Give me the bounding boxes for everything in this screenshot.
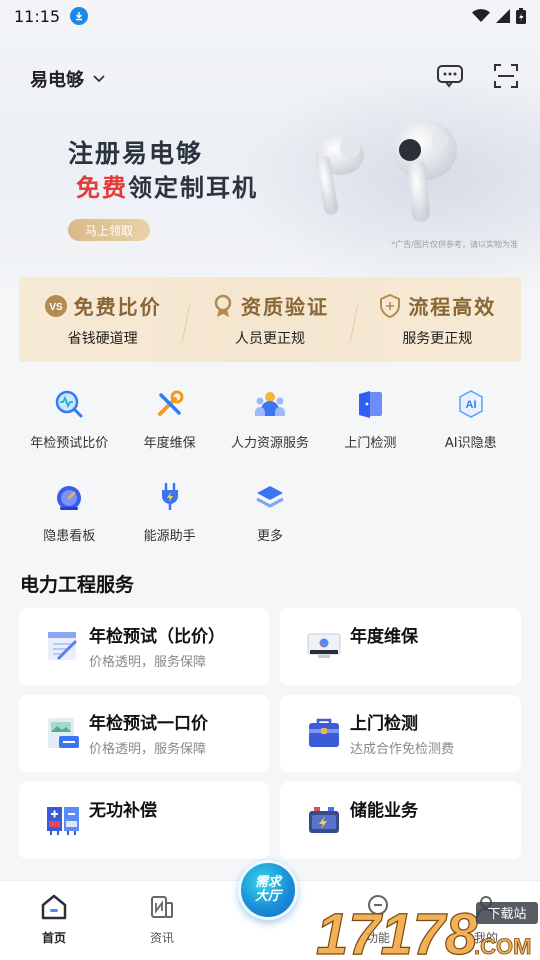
watermark-tag: 下载站: [487, 907, 526, 922]
service-card-inspection-fixed-price[interactable]: 年检预试一口价 价格透明，服务保障: [19, 695, 269, 772]
award-icon: [214, 294, 232, 317]
quick-action-ai-hazard[interactable]: AI AI识隐患: [421, 388, 521, 451]
demand-hall-button[interactable]: 需求 大厅: [238, 860, 298, 920]
quick-action-label: 上门检测: [344, 436, 397, 451]
svg-text:AI: AI: [465, 399, 476, 411]
service-card-energy-storage[interactable]: 储能业务: [280, 782, 521, 859]
ad-disclaimer: *广告/图片仅供参考，请以实物为准: [391, 240, 518, 249]
quick-action-label: 更多: [256, 529, 283, 544]
wifi-icon: [472, 9, 490, 22]
service-card-annual-maintenance[interactable]: 年度维保: [280, 608, 521, 685]
header-actions: [436, 62, 520, 90]
gauge-icon: [53, 481, 85, 513]
service-card-onsite-test[interactable]: 上门检测 达成合作免检测费: [280, 695, 521, 772]
feature-title: 资质验证: [240, 295, 329, 319]
calendar-icon: [48, 632, 77, 660]
home-icon: [41, 894, 67, 920]
quick-action-onsite-test[interactable]: 上门检测: [320, 388, 420, 451]
battery-status-icon: [516, 8, 526, 24]
feature-item: 资质验证 人员更正规: [186, 277, 359, 362]
quick-action-energy-assistant[interactable]: 能源助手: [119, 481, 219, 544]
shield-icon: [380, 293, 401, 318]
service-title: 年检预试一口价: [89, 714, 208, 734]
nav-label: 首页: [41, 931, 66, 945]
magnifier-pulse-icon: [53, 388, 85, 420]
plug-icon: [154, 481, 186, 513]
nav-news[interactable]: 资讯: [108, 881, 216, 960]
service-title: 年度维保: [350, 627, 418, 647]
status-bar: 11:15: [0, 0, 540, 32]
quick-action-label: AI识隐患: [444, 436, 497, 451]
section-title: 电力工程服务: [20, 574, 135, 596]
nav-label: 资讯: [149, 931, 174, 945]
feature-subtitle: 省钱硬道理: [67, 331, 138, 347]
center-button-line1: 需求: [254, 875, 281, 890]
feature-item: VS 免费比价 省钱硬道理: [19, 277, 191, 362]
status-time: 11:15: [14, 6, 61, 26]
quick-action-label: 能源助手: [143, 529, 196, 544]
quick-action-hr-service[interactable]: 人力资源服务: [220, 388, 320, 451]
earbuds-image: [316, 120, 457, 222]
quick-action-hazard-board[interactable]: 隐患看板: [19, 481, 119, 544]
download-icon: [70, 7, 89, 25]
service-title: 无功补偿: [89, 801, 157, 821]
banner-title: 注册易电够: [68, 139, 204, 168]
service-card-inspection-compare[interactable]: 年检预试（比价） 价格透明，服务保障: [19, 608, 269, 685]
claim-button[interactable]: 马上领取: [68, 219, 150, 241]
watermark-suffix: .COM: [474, 934, 531, 959]
quick-action-annual-maintenance[interactable]: 年度维保: [119, 388, 219, 451]
service-card-reactive-compensation[interactable]: 无功补偿: [19, 782, 269, 859]
feature-subtitle: 服务更正规: [402, 331, 473, 347]
quick-action-inspection-compare[interactable]: 年检预试比价: [19, 388, 119, 451]
quick-action-label: 隐患看板: [43, 529, 96, 544]
feature-strip: VS 免费比价 省钱硬道理 资质验证 人员更正规 流程高效 服务更正规: [19, 277, 521, 362]
quick-actions-grid: 年检预试比价 年度维保 人力资源服务 上门检测 AI AI识隐患 隐患看板 能源…: [19, 388, 521, 544]
news-icon: [151, 896, 173, 918]
toolbox-icon: [309, 718, 339, 747]
scan-icon[interactable]: [492, 62, 520, 90]
layers-icon: [254, 481, 286, 513]
nav-home[interactable]: 首页: [0, 881, 108, 960]
monitor-icon: [307, 633, 341, 658]
feature-title: 免费比价: [73, 295, 162, 319]
app-name: 易电够: [30, 70, 84, 91]
service-title: 年检预试（比价）: [89, 627, 225, 647]
signal-icon: [496, 9, 510, 23]
service-subtitle: 价格透明，服务保障: [89, 742, 207, 757]
feature-item: 流程高效 服务更正规: [354, 277, 521, 362]
service-title: 储能业务: [350, 801, 418, 821]
svg-text:VS: VS: [49, 302, 63, 313]
ai-icon: AI: [455, 388, 487, 420]
feature-subtitle: 人员更正规: [234, 331, 305, 347]
banner-subtitle-rest: 领定制耳机: [128, 174, 258, 202]
service-cards: 年检预试（比价） 价格透明，服务保障 年度维保 年检预试一口价 价格透明，服务保…: [19, 608, 521, 859]
banner-subtitle: 免费领定制耳机: [76, 168, 258, 203]
quick-action-label: 人力资源服务: [230, 436, 309, 451]
feature-title: 流程高效: [408, 295, 497, 319]
watermark-number: 17178: [316, 902, 478, 960]
location-selector[interactable]: 易电够: [30, 66, 106, 92]
status-icons: [472, 8, 526, 24]
center-button-line2: 大厅: [254, 889, 281, 904]
quick-action-label: 年检预试比价: [30, 436, 109, 451]
people-icon: [254, 388, 286, 420]
service-subtitle: 达成合作免检测费: [350, 742, 455, 757]
door-icon: [354, 388, 386, 420]
banner-highlight: 免费: [76, 174, 128, 202]
wrench-screwdriver-icon: [154, 388, 186, 420]
chevron-down-icon: [93, 75, 105, 83]
message-icon[interactable]: [436, 62, 464, 90]
service-subtitle: 价格透明，服务保障: [89, 655, 207, 670]
quick-action-label: 年度维保: [143, 436, 196, 451]
battery-icon: [309, 807, 339, 833]
service-title: 上门检测: [350, 714, 418, 734]
document-image-icon: [48, 718, 79, 748]
watermark-logo: 17178 下载站 .COM: [316, 901, 538, 960]
vs-badge-icon: VS: [44, 294, 67, 317]
quick-action-more[interactable]: 更多: [220, 481, 320, 544]
compensator-icon: [47, 807, 79, 835]
